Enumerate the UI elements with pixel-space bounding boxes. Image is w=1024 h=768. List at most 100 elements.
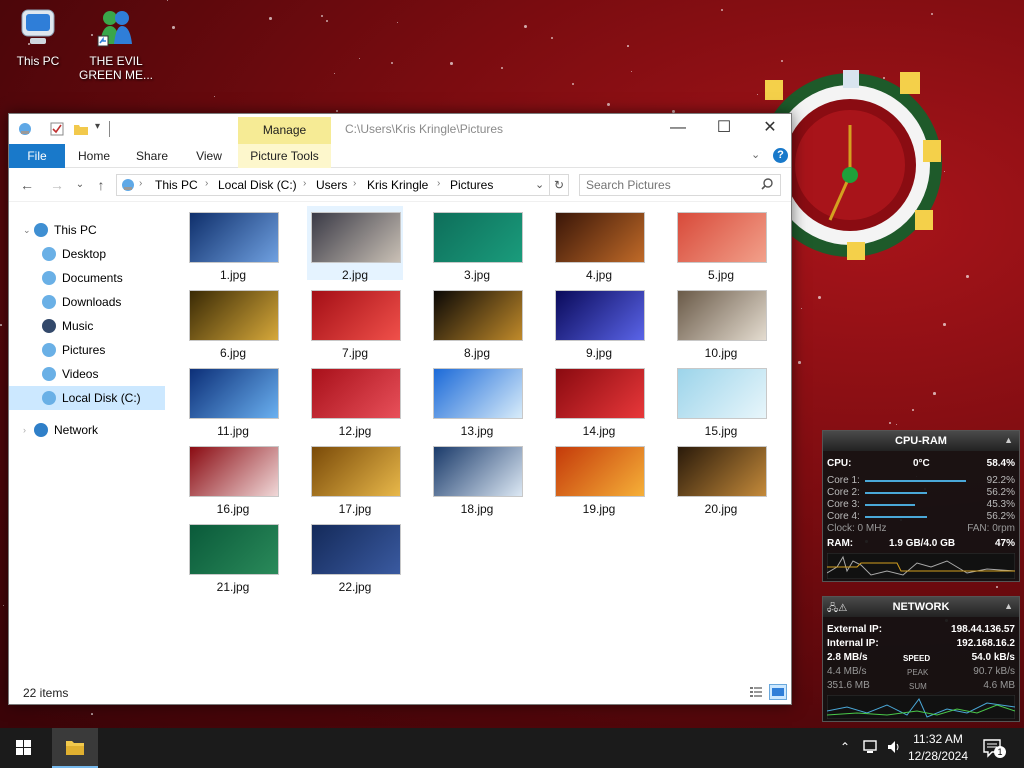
desktop-icon-evil-green-messenger[interactable]: THE EVIL GREEN ME... (78, 6, 154, 82)
image-thumbnail[interactable] (555, 212, 645, 263)
image-thumbnail[interactable] (311, 212, 401, 263)
collapse-arrow-icon[interactable]: ⌄ (23, 218, 31, 242)
image-thumbnail[interactable] (677, 368, 767, 419)
search-input[interactable] (586, 177, 756, 193)
breadcrumb-users[interactable]: Users (316, 178, 347, 192)
image-thumbnail[interactable] (433, 368, 523, 419)
tab-share[interactable]: Share (131, 144, 173, 168)
image-thumbnail[interactable] (677, 446, 767, 497)
file-item[interactable]: 11.jpg (185, 362, 281, 438)
file-name[interactable]: 6.jpg (185, 346, 281, 360)
image-thumbnail[interactable] (189, 368, 279, 419)
tab-home[interactable]: Home (71, 144, 117, 168)
refresh-button[interactable]: ↻ (550, 174, 569, 196)
file-item[interactable]: 17.jpg (307, 440, 403, 516)
image-thumbnail[interactable] (189, 290, 279, 341)
cpu-ram-gadget[interactable]: CPU-RAM ▲ CPU: 0°C 58.4% Core 1: 92.2% C… (822, 430, 1020, 582)
maximize-button[interactable]: ☐ (701, 114, 747, 144)
image-thumbnail[interactable] (433, 290, 523, 341)
file-name[interactable]: 8.jpg (429, 346, 525, 360)
file-name[interactable]: 7.jpg (307, 346, 403, 360)
manage-contextual-tab[interactable]: Manage (238, 117, 331, 144)
taskbar-file-explorer[interactable] (52, 728, 98, 768)
new-folder-icon[interactable] (73, 121, 89, 137)
minimize-button[interactable]: — (655, 114, 701, 144)
start-button[interactable] (0, 728, 48, 768)
details-view-button[interactable] (747, 684, 765, 700)
file-name[interactable]: 4.jpg (551, 268, 647, 282)
file-item[interactable]: 2.jpg (307, 206, 403, 282)
breadcrumb-this-pc[interactable]: This PC (155, 178, 198, 192)
large-icons-view-button[interactable] (769, 684, 787, 700)
image-thumbnail[interactable] (555, 290, 645, 341)
file-item[interactable]: 20.jpg (673, 440, 769, 516)
file-item[interactable]: 10.jpg (673, 284, 769, 360)
back-button[interactable]: ← (19, 177, 35, 193)
nav-item-music[interactable]: Music (9, 314, 165, 338)
image-thumbnail[interactable] (311, 368, 401, 419)
notifications-button[interactable]: 1 (982, 738, 1006, 761)
tab-picture-tools[interactable]: Picture Tools (238, 144, 331, 168)
file-name[interactable]: 14.jpg (551, 424, 647, 438)
file-item[interactable]: 14.jpg (551, 362, 647, 438)
file-item[interactable]: 4.jpg (551, 206, 647, 282)
network-tray-icon[interactable] (862, 739, 880, 758)
collapse-gadget-icon[interactable]: ▲ (1004, 435, 1013, 445)
nav-item-pictures[interactable]: Pictures (9, 338, 165, 362)
file-item[interactable]: 21.jpg (185, 518, 281, 594)
file-item[interactable]: 3.jpg (429, 206, 525, 282)
file-name[interactable]: 19.jpg (551, 502, 647, 516)
image-thumbnail[interactable] (555, 368, 645, 419)
breadcrumb-kris-kringle[interactable]: Kris Kringle (367, 178, 428, 192)
file-item[interactable]: 6.jpg (185, 284, 281, 360)
image-thumbnail[interactable] (677, 290, 767, 341)
file-name[interactable]: 12.jpg (307, 424, 403, 438)
properties-icon[interactable] (49, 121, 65, 137)
file-name[interactable]: 17.jpg (307, 502, 403, 516)
file-name[interactable]: 3.jpg (429, 268, 525, 282)
file-item[interactable]: 16.jpg (185, 440, 281, 516)
file-name[interactable]: 16.jpg (185, 502, 281, 516)
tab-view[interactable]: View (189, 144, 229, 168)
image-thumbnail[interactable] (311, 524, 401, 575)
address-bar[interactable]: › This PC › Local Disk (C:) › Users › Kr… (116, 174, 550, 196)
image-thumbnail[interactable] (677, 212, 767, 263)
file-item[interactable]: 15.jpg (673, 362, 769, 438)
file-name[interactable]: 18.jpg (429, 502, 525, 516)
title-bar[interactable]: ▾ Manage C:\Users\Kris Kringle\Pictures … (9, 114, 791, 144)
file-explorer-window[interactable]: ▾ Manage C:\Users\Kris Kringle\Pictures … (8, 113, 792, 705)
image-thumbnail[interactable] (433, 446, 523, 497)
file-item[interactable]: 5.jpg (673, 206, 769, 282)
file-name[interactable]: 10.jpg (673, 346, 769, 360)
up-button[interactable]: ↑ (93, 177, 109, 193)
image-thumbnail[interactable] (433, 212, 523, 263)
show-hidden-icons-button[interactable]: ⌃ (840, 740, 850, 754)
taskbar-time[interactable]: 11:32 AM (906, 732, 970, 746)
file-item[interactable]: 22.jpg (307, 518, 403, 594)
desktop-icon-this-pc[interactable]: This PC (0, 6, 76, 68)
image-thumbnail[interactable] (189, 212, 279, 263)
file-name[interactable]: 20.jpg (673, 502, 769, 516)
file-name[interactable]: 11.jpg (185, 424, 281, 438)
nav-item-desktop[interactable]: Desktop (9, 242, 165, 266)
nav-item-local-disk[interactable]: Local Disk (C:) (9, 386, 165, 410)
tab-file[interactable]: File (9, 144, 65, 168)
image-thumbnail[interactable] (311, 446, 401, 497)
image-thumbnail[interactable] (555, 446, 645, 497)
search-icon[interactable] (760, 177, 774, 191)
recent-locations-button[interactable]: ⌄ (72, 177, 88, 193)
help-icon[interactable]: ? (773, 148, 788, 163)
file-item[interactable]: 13.jpg (429, 362, 525, 438)
file-item[interactable]: 1.jpg (185, 206, 281, 282)
taskbar-date[interactable]: 12/28/2024 (906, 749, 970, 763)
file-item[interactable]: 7.jpg (307, 284, 403, 360)
file-name[interactable]: 15.jpg (673, 424, 769, 438)
image-thumbnail[interactable] (189, 524, 279, 575)
search-box[interactable] (579, 174, 781, 196)
customize-qat-icon[interactable]: ▾ (95, 121, 105, 137)
expand-ribbon-icon[interactable]: ⌄ (751, 148, 760, 161)
file-item[interactable]: 18.jpg (429, 440, 525, 516)
file-name[interactable]: 9.jpg (551, 346, 647, 360)
network-gadget[interactable]: NETWORK 🖧⚠ ▲ External IP: 198.44.136.57 … (822, 596, 1020, 722)
file-item[interactable]: 19.jpg (551, 440, 647, 516)
